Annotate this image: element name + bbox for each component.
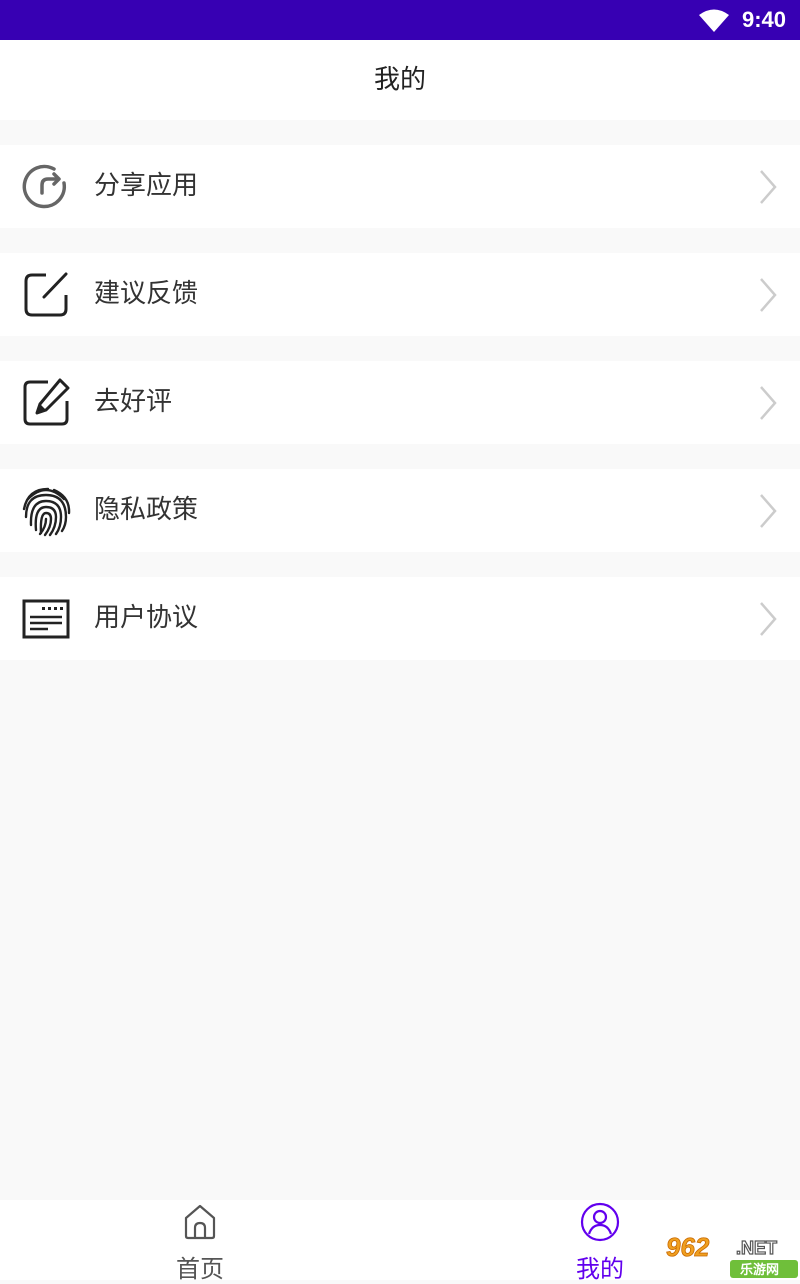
share-icon: [22, 164, 67, 209]
status-time: 9:40: [741, 7, 786, 32]
menu-item-label: 去好评: [94, 387, 173, 417]
menu-item-label: 分享应用: [94, 171, 199, 201]
wifi-icon: [699, 9, 729, 32]
menu-item-user-agreement[interactable]: 用户协议: [0, 577, 800, 660]
menu-item-label: 建议反馈: [94, 279, 199, 309]
tab-home[interactable]: 首页: [100, 1200, 300, 1283]
status-bar: 9:40: [0, 0, 800, 40]
watermark-logo: 962 .NET 乐游网: [660, 1230, 800, 1280]
chevron-right-icon: [760, 278, 777, 312]
chevron-right-icon: [760, 494, 777, 528]
chevron-right-icon: [760, 602, 777, 636]
home-icon: [184, 1204, 216, 1240]
app-bar: 我的: [0, 40, 800, 120]
menu-item-rate[interactable]: 去好评: [0, 361, 800, 444]
rate-pencil-icon: [23, 378, 70, 426]
svg-text:962: 962: [666, 1232, 710, 1262]
menu-item-share-app[interactable]: 分享应用: [0, 145, 800, 228]
menu-item-feedback[interactable]: 建议反馈: [0, 253, 800, 336]
svg-text:.NET: .NET: [736, 1238, 777, 1258]
profile-icon: [580, 1202, 620, 1242]
menu-item-label: 用户协议: [94, 603, 199, 633]
agreement-document-icon: [22, 599, 70, 639]
menu-item-label: 隐私政策: [94, 495, 199, 525]
page-title: 我的: [373, 65, 426, 95]
fingerprint-icon: [22, 487, 71, 537]
feedback-edit-icon: [24, 272, 68, 317]
chevron-right-icon: [760, 170, 777, 204]
menu-item-privacy-policy[interactable]: 隐私政策: [0, 469, 800, 552]
svg-text:乐游网: 乐游网: [740, 1262, 779, 1278]
chevron-right-icon: [760, 386, 777, 420]
